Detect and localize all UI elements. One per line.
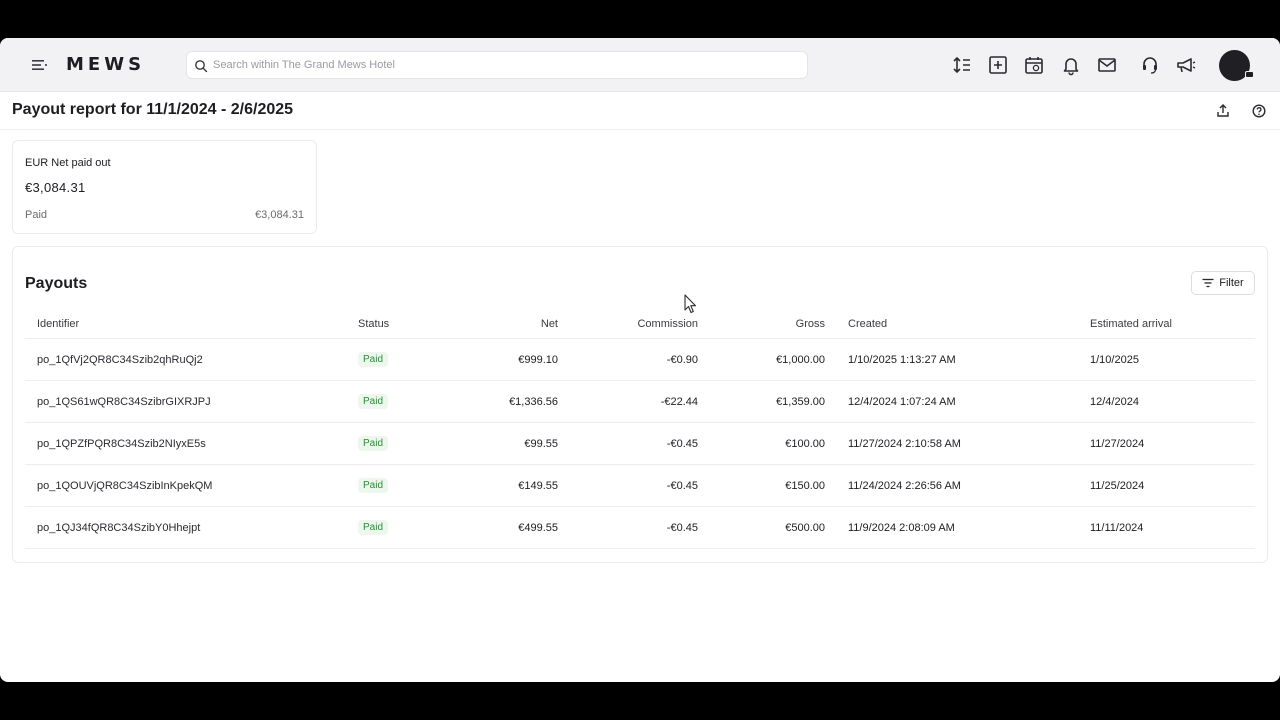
status-cell: Paid <box>358 507 438 548</box>
summary-amount: €3,084.31 <box>25 180 86 195</box>
export-icon[interactable] <box>1215 103 1231 119</box>
arrival-value: 11/11/2024 <box>1090 521 1144 534</box>
net-value: €1,336.56 <box>509 395 558 408</box>
filter-icon <box>1202 278 1214 288</box>
column-header-status[interactable]: Status <box>358 309 438 338</box>
headset-icon[interactable] <box>1139 54 1161 76</box>
arrival-value: 12/4/2024 <box>1090 395 1139 408</box>
payout-identifier: po_1QS61wQR8C34SzibrGIXRJPJ <box>37 395 211 408</box>
menu-icon[interactable] <box>30 57 48 73</box>
created-value: 11/9/2024 2:08:09 AM <box>848 521 955 534</box>
status-badge: Paid <box>358 352 389 367</box>
gross-value: €150.00 <box>785 479 825 492</box>
table-row[interactable]: po_1QJ34fQR8C34SzibY0Hhejpt Paid €499.55… <box>25 507 1255 549</box>
payout-identifier: po_1QfVj2QR8C34Szib2qhRuQj2 <box>37 353 203 366</box>
page-header: Payout report for 11/1/2024 - 2/6/2025 <box>0 92 1280 130</box>
created-value: 1/10/2025 1:13:27 AM <box>848 353 956 366</box>
payout-identifier: po_1QJ34fQR8C34SzibY0Hhejpt <box>37 521 201 534</box>
search-input[interactable] <box>213 54 793 76</box>
column-header-gross[interactable]: Gross <box>705 309 825 338</box>
status-cell: Paid <box>358 423 438 464</box>
payouts-card: Payouts Filter Identifier Status Net Com… <box>12 246 1268 563</box>
created-value: 12/4/2024 1:07:24 AM <box>848 395 956 408</box>
net-value: €99.55 <box>524 437 558 450</box>
app-window: MEWS Search within The Grand Mews Hotel … <box>0 38 1280 682</box>
summary-card: EUR Net paid out €3,084.31 Paid €3,084.3… <box>12 140 317 234</box>
search-bar[interactable] <box>186 51 808 79</box>
net-value: €999.10 <box>518 353 558 366</box>
table-row[interactable]: po_1QOUVjQR8C34SzibInKpekQM Paid €149.55… <box>25 465 1255 507</box>
help-icon[interactable] <box>1251 103 1267 119</box>
commission-value: -€0.90 <box>666 353 698 366</box>
payout-identifier: po_1QPZfPQR8C34Szib2NIyxE5s <box>37 437 206 450</box>
column-header-commission[interactable]: Commission <box>578 309 698 338</box>
status-cell: Paid <box>358 339 438 380</box>
status-badge: Paid <box>358 520 389 535</box>
column-header-net[interactable]: Net <box>438 309 558 338</box>
payouts-title: Payouts <box>25 275 88 292</box>
commission-value: -€0.45 <box>666 479 698 492</box>
arrival-value: 11/27/2024 <box>1090 437 1145 450</box>
commission-value: -€22.44 <box>660 395 698 408</box>
gross-value: €1,000.00 <box>776 353 825 366</box>
payouts-table: Identifier Status Net Commission Gross C… <box>25 309 1255 549</box>
created-value: 11/24/2024 2:26:56 AM <box>848 479 961 492</box>
summary-label: EUR Net paid out <box>25 157 111 169</box>
filter-button[interactable]: Filter <box>1191 271 1255 295</box>
megaphone-icon[interactable] <box>1175 54 1197 76</box>
add-square-icon[interactable] <box>987 54 1009 76</box>
table-header-row: Identifier Status Net Commission Gross C… <box>25 309 1255 339</box>
status-badge: Paid <box>358 478 389 493</box>
calendar-icon[interactable] <box>1023 54 1045 76</box>
status-badge: Paid <box>358 436 389 451</box>
gross-value: €100.00 <box>785 437 825 450</box>
page-title: Payout report for 11/1/2024 - 2/6/2025 <box>12 101 294 118</box>
net-value: €149.55 <box>518 479 558 492</box>
column-header-identifier[interactable]: Identifier <box>37 309 337 338</box>
table-row[interactable]: po_1QPZfPQR8C34Szib2NIyxE5s Paid €99.55 … <box>25 423 1255 465</box>
column-header-estimated-arrival[interactable]: Estimated arrival <box>1090 309 1250 338</box>
column-header-created[interactable]: Created <box>848 309 1078 338</box>
status-cell: Paid <box>358 465 438 506</box>
created-value: 11/27/2024 2:10:58 AM <box>848 437 961 450</box>
table-row[interactable]: po_1QfVj2QR8C34Szib2qhRuQj2 Paid €999.10… <box>25 339 1255 381</box>
bell-icon[interactable] <box>1060 54 1082 76</box>
avatar-status-badge <box>1245 71 1254 78</box>
mews-logo[interactable]: MEWS <box>66 54 145 75</box>
arrival-value: 1/10/2025 <box>1090 353 1139 366</box>
sort-icon[interactable] <box>951 54 973 76</box>
gross-value: €500.00 <box>785 521 825 534</box>
payout-identifier: po_1QOUVjQR8C34SzibInKpekQM <box>37 479 213 492</box>
top-bar: MEWS <box>0 38 1280 92</box>
summary-sub-label: Paid <box>25 209 48 221</box>
commission-value: -€0.45 <box>666 521 698 534</box>
status-cell: Paid <box>358 381 438 422</box>
arrival-value: 11/25/2024 <box>1090 479 1145 492</box>
net-value: €499.55 <box>518 521 558 534</box>
mail-icon[interactable] <box>1096 54 1118 76</box>
table-row[interactable]: po_1QS61wQR8C34SzibrGIXRJPJ Paid €1,336.… <box>25 381 1255 423</box>
search-icon <box>195 60 208 73</box>
gross-value: €1,359.00 <box>776 395 825 408</box>
filter-label: Filter <box>1219 277 1244 289</box>
status-badge: Paid <box>358 394 389 409</box>
mouse-cursor-icon <box>684 294 697 314</box>
summary-sub-value: €3,084.31 <box>255 209 304 221</box>
commission-value: -€0.45 <box>666 437 698 450</box>
